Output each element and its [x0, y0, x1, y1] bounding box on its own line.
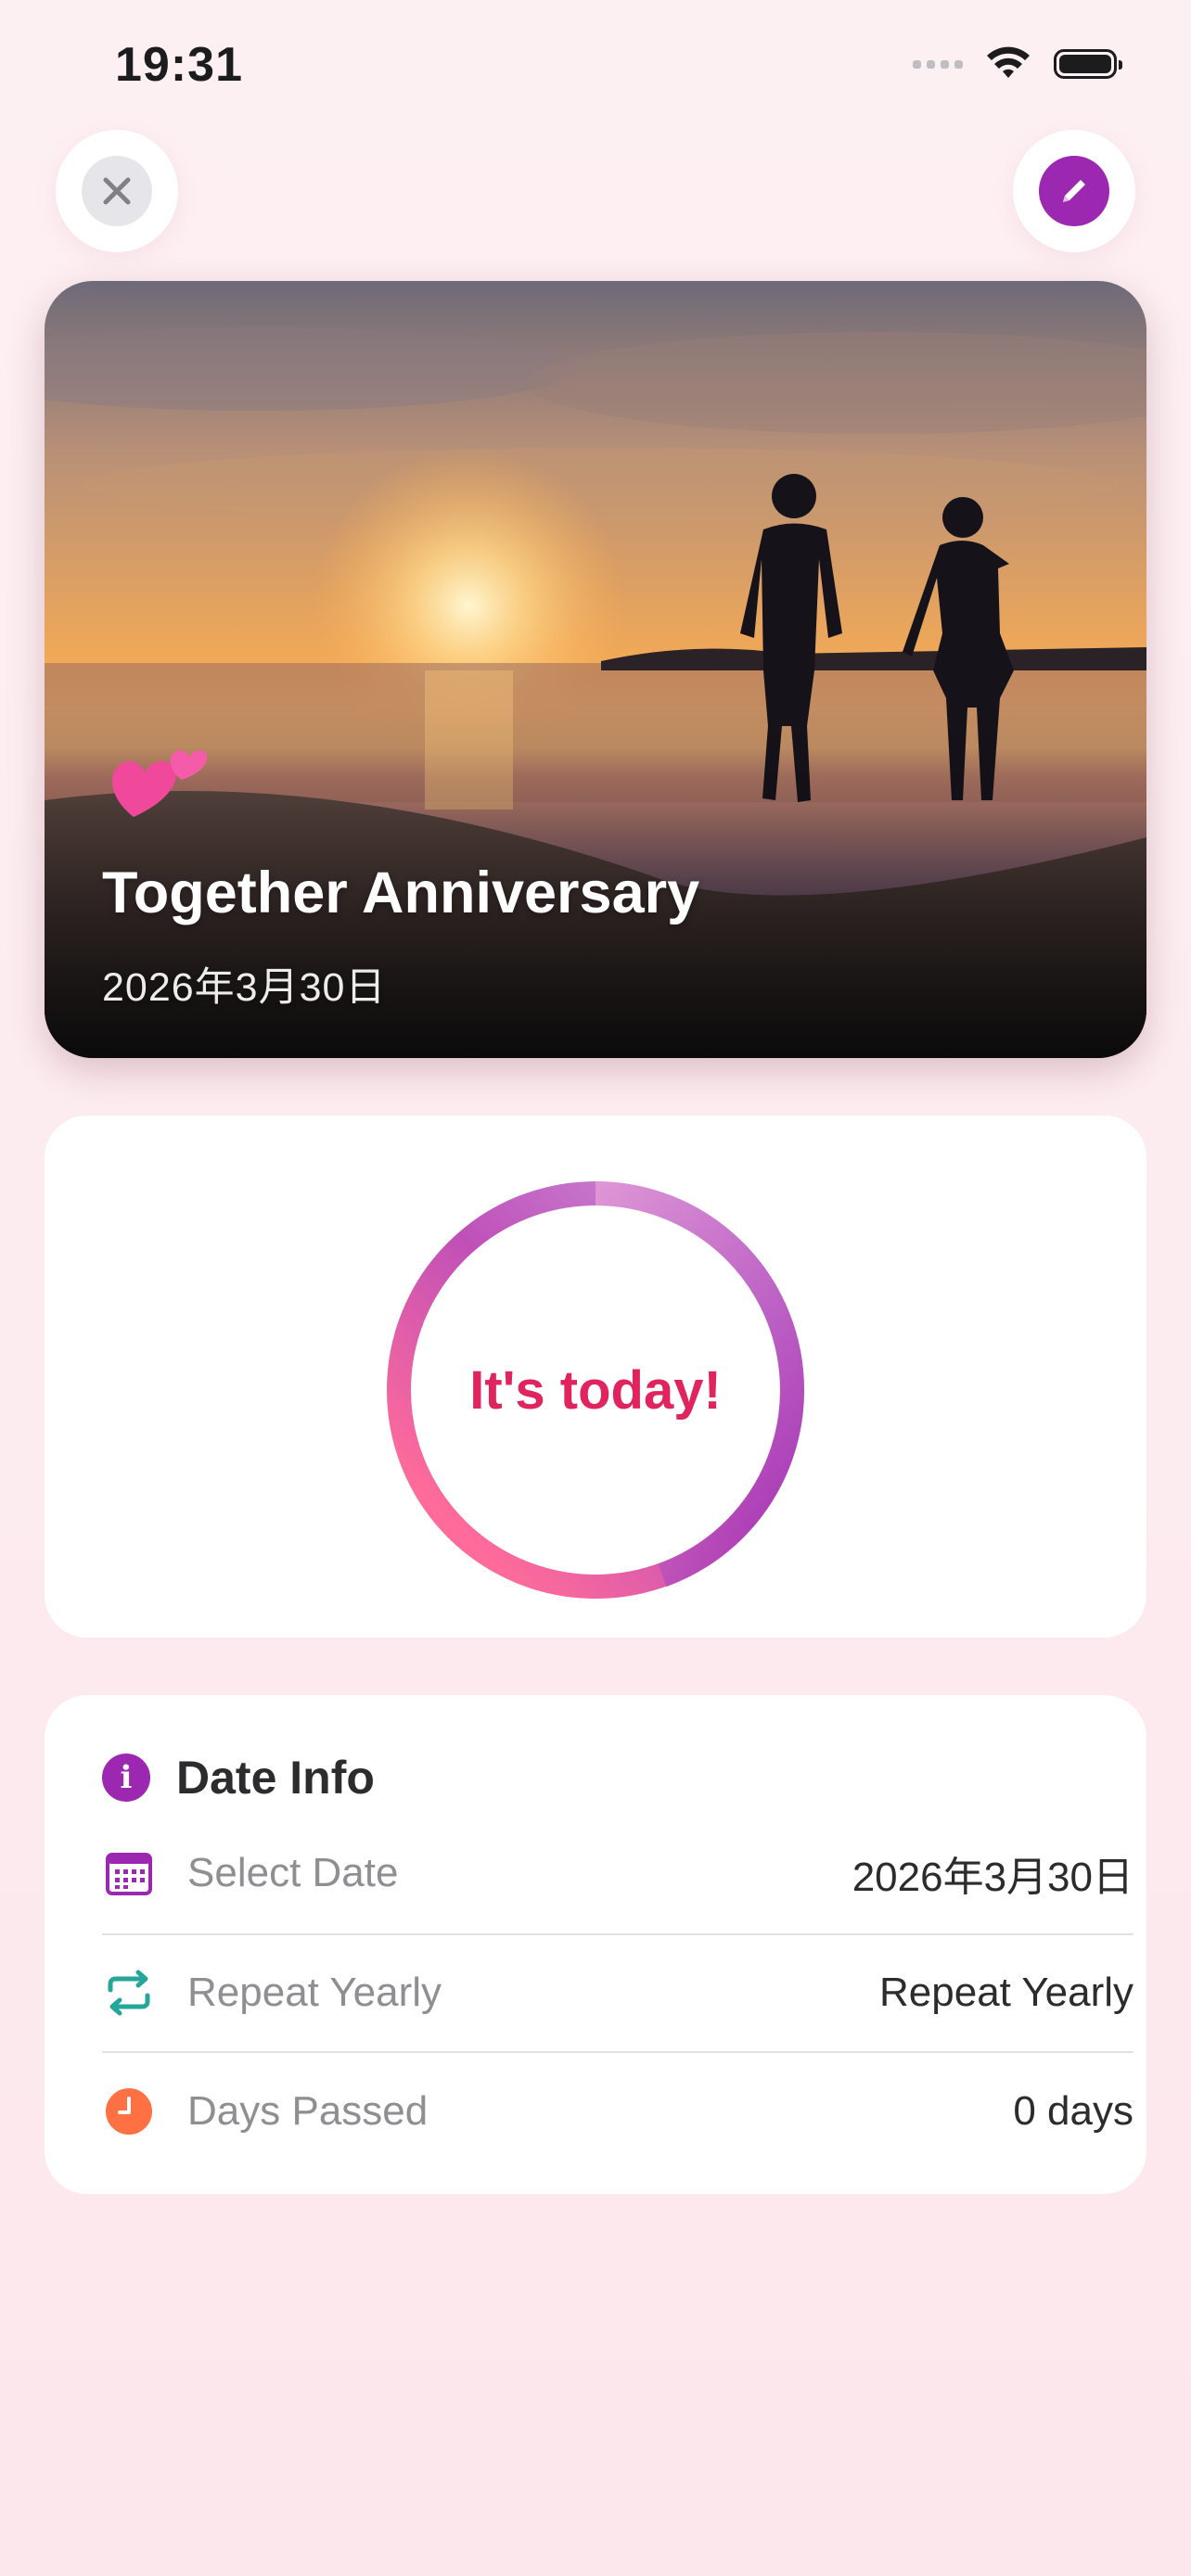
status-time: 19:31 [115, 38, 243, 92]
select-date-label: Select Date [187, 1850, 399, 1895]
repeat-icon [108, 1970, 150, 2016]
countdown-card: It's today! [45, 1116, 1146, 1638]
repeat-yearly-row[interactable]: Repeat Yearly Repeat Yearly [102, 1934, 1133, 2051]
event-title: Together Anniversary [102, 861, 700, 925]
two-hearts-icon [111, 750, 208, 817]
countdown-text: It's today! [469, 1359, 722, 1421]
repeat-yearly-value: Repeat Yearly [879, 1970, 1133, 2015]
repeat-yearly-label: Repeat Yearly [187, 1970, 442, 2015]
days-passed-value: 0 days [1013, 2088, 1133, 2134]
close-icon [103, 177, 131, 205]
select-date-value: 2026年3月30日 [852, 1855, 1133, 1900]
clock-icon [106, 2088, 152, 2135]
beach-sunset-photo [45, 281, 1146, 1058]
calendar-icon [106, 1853, 152, 1895]
wifi-icon [987, 46, 1030, 78]
cellular-signal-icon [913, 59, 963, 69]
event-date: 2026年3月30日 [102, 965, 387, 1010]
date-info-card: i Date Info Select Date 2026年3月30日 Repea… [45, 1695, 1146, 2194]
date-info-header: i Date Info [102, 1751, 375, 1804]
pencil-icon [1063, 180, 1085, 202]
close-button[interactable] [56, 130, 178, 252]
info-icon: i [102, 1753, 150, 1802]
days-passed-label: Days Passed [187, 2088, 429, 2134]
anniversary-photo-card[interactable]: Together Anniversary 2026年3月30日 [45, 281, 1146, 1058]
edit-button[interactable] [1013, 130, 1135, 252]
days-passed-row: Days Passed 0 days [102, 2053, 1133, 2170]
status-icons [913, 46, 1122, 82]
select-date-row[interactable]: Select Date 2026年3月30日 [102, 1815, 1133, 1932]
date-info-title: Date Info [176, 1752, 375, 1804]
battery-icon [1054, 49, 1122, 79]
